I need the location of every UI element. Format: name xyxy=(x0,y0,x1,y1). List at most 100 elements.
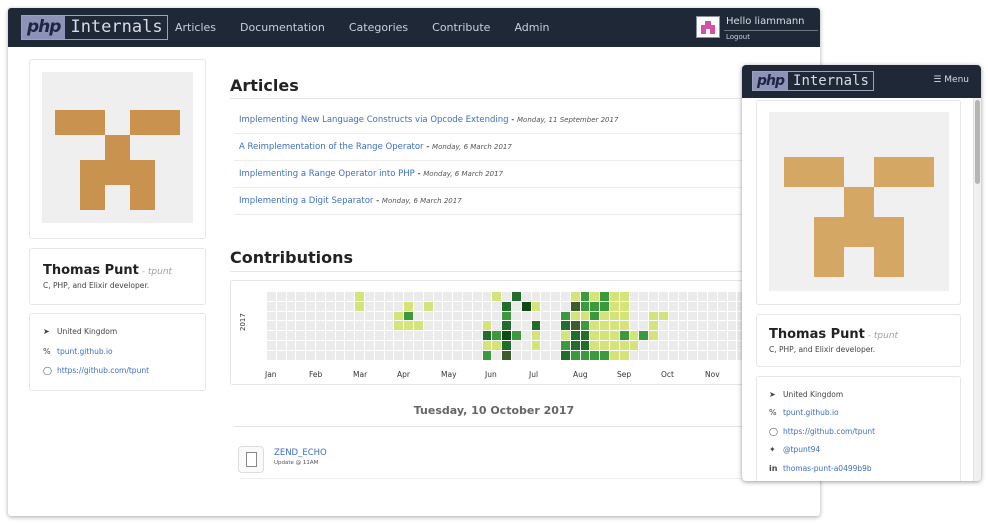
contribution-cell[interactable] xyxy=(639,341,649,350)
contribution-cell[interactable] xyxy=(512,311,521,321)
contribution-cell[interactable] xyxy=(668,292,678,301)
contribution-cell[interactable] xyxy=(345,331,355,340)
contribution-cell[interactable] xyxy=(619,350,629,360)
contribution-cell[interactable] xyxy=(355,321,364,331)
contribution-cell[interactable] xyxy=(492,301,502,311)
contribution-cell[interactable] xyxy=(531,292,541,301)
contribution-cell[interactable] xyxy=(659,341,668,350)
contribution-cell[interactable] xyxy=(286,350,296,360)
contribution-cell[interactable] xyxy=(423,301,433,311)
contribution-cell[interactable] xyxy=(561,341,570,350)
contribution-cell[interactable] xyxy=(619,321,629,331)
contribution-cell[interactable] xyxy=(649,341,658,350)
contribution-cell[interactable] xyxy=(365,331,374,340)
contribution-cell[interactable] xyxy=(688,331,698,340)
contribution-cell[interactable] xyxy=(629,331,639,340)
contribution-cell[interactable] xyxy=(619,341,629,350)
contribution-cell[interactable] xyxy=(306,311,315,321)
contribution-cell[interactable] xyxy=(472,350,482,360)
contribution-cell[interactable] xyxy=(678,311,688,321)
contribution-cell[interactable] xyxy=(472,301,482,311)
contribution-cell[interactable] xyxy=(325,321,335,331)
contribution-cell[interactable] xyxy=(472,341,482,350)
contribution-cell[interactable] xyxy=(306,321,315,331)
contribution-cell[interactable] xyxy=(286,321,296,331)
contribution-cell[interactable] xyxy=(541,331,551,340)
contribution-cell[interactable] xyxy=(286,331,296,340)
contribution-cell[interactable] xyxy=(325,331,335,340)
contribution-cell[interactable] xyxy=(717,292,727,301)
contribution-cell[interactable] xyxy=(561,321,570,331)
contribution-cell[interactable] xyxy=(521,311,531,321)
github-link[interactable]: https://github.com/tpunt xyxy=(783,427,875,436)
contribution-cell[interactable] xyxy=(394,301,404,311)
contribution-cell[interactable] xyxy=(463,311,472,321)
contribution-cell[interactable] xyxy=(472,331,482,340)
contribution-cell[interactable] xyxy=(561,292,570,301)
contribution-cell[interactable] xyxy=(708,311,717,321)
contribution-cell[interactable] xyxy=(482,350,492,360)
contribution-cell[interactable] xyxy=(688,321,698,331)
contribution-cell[interactable] xyxy=(384,301,394,311)
contribution-cell[interactable] xyxy=(374,341,384,350)
contribution-cell[interactable] xyxy=(453,321,462,331)
contribution-cell[interactable] xyxy=(345,321,355,331)
contribution-cell[interactable] xyxy=(649,321,658,331)
contribution-cell[interactable] xyxy=(531,311,541,321)
nav-contribute[interactable]: Contribute xyxy=(432,21,490,34)
contribution-cell[interactable] xyxy=(296,301,306,311)
contribution-cell[interactable] xyxy=(443,311,453,321)
contribution-cell[interactable] xyxy=(531,321,541,331)
contribution-cell[interactable] xyxy=(541,311,551,321)
contribution-cell[interactable] xyxy=(472,292,482,301)
contribution-cell[interactable] xyxy=(325,301,335,311)
contribution-cell[interactable] xyxy=(335,311,345,321)
contribution-cell[interactable] xyxy=(717,341,727,350)
contribution-cell[interactable] xyxy=(443,301,453,311)
article-link[interactable]: A Reimplementation of the Range Operator xyxy=(239,142,424,152)
contribution-cell[interactable] xyxy=(629,350,639,360)
contribution-cell[interactable] xyxy=(492,350,502,360)
contribution-cell[interactable] xyxy=(472,321,482,331)
contribution-cell[interactable] xyxy=(531,331,541,340)
contribution-cell[interactable] xyxy=(590,311,600,321)
contribution-cell[interactable] xyxy=(717,331,727,340)
contribution-cell[interactable] xyxy=(276,321,286,331)
contribution-cell[interactable] xyxy=(492,311,502,321)
contribution-cell[interactable] xyxy=(365,341,374,350)
contribution-cell[interactable] xyxy=(649,331,658,340)
contribution-cell[interactable] xyxy=(541,301,551,311)
contribution-cell[interactable] xyxy=(502,321,511,331)
contribution-cell[interactable] xyxy=(678,321,688,331)
contribution-cell[interactable] xyxy=(521,341,531,350)
contribution-cell[interactable] xyxy=(374,350,384,360)
contribution-cell[interactable] xyxy=(267,350,276,360)
contribution-cell[interactable] xyxy=(404,331,413,340)
contribution-cell[interactable] xyxy=(619,311,629,321)
contribution-cell[interactable] xyxy=(306,350,315,360)
contribution-cell[interactable] xyxy=(325,341,335,350)
contribution-cell[interactable] xyxy=(443,341,453,350)
contribution-cell[interactable] xyxy=(463,350,472,360)
contribution-cell[interactable] xyxy=(384,311,394,321)
contribution-cell[interactable] xyxy=(668,331,678,340)
contribution-cell[interactable] xyxy=(561,301,570,311)
contribution-cell[interactable] xyxy=(267,301,276,311)
contribution-cell[interactable] xyxy=(345,301,355,311)
contribution-cell[interactable] xyxy=(610,292,619,301)
contribution-cell[interactable] xyxy=(541,292,551,301)
twitter-link[interactable]: @tpunt94 xyxy=(783,445,820,454)
contribution-cell[interactable] xyxy=(600,341,609,350)
contribution-cell[interactable] xyxy=(482,292,492,301)
contribution-cell[interactable] xyxy=(668,301,678,311)
contribution-cell[interactable] xyxy=(659,331,668,340)
contribution-cell[interactable] xyxy=(365,321,374,331)
contribution-cell[interactable] xyxy=(502,292,511,301)
contribution-cell[interactable] xyxy=(296,321,306,331)
contribution-cell[interactable] xyxy=(365,301,374,311)
contribution-cell[interactable] xyxy=(472,311,482,321)
contribution-cell[interactable] xyxy=(482,341,492,350)
contribution-cell[interactable] xyxy=(433,292,443,301)
contribution-cell[interactable] xyxy=(580,350,590,360)
contribution-cell[interactable] xyxy=(610,331,619,340)
